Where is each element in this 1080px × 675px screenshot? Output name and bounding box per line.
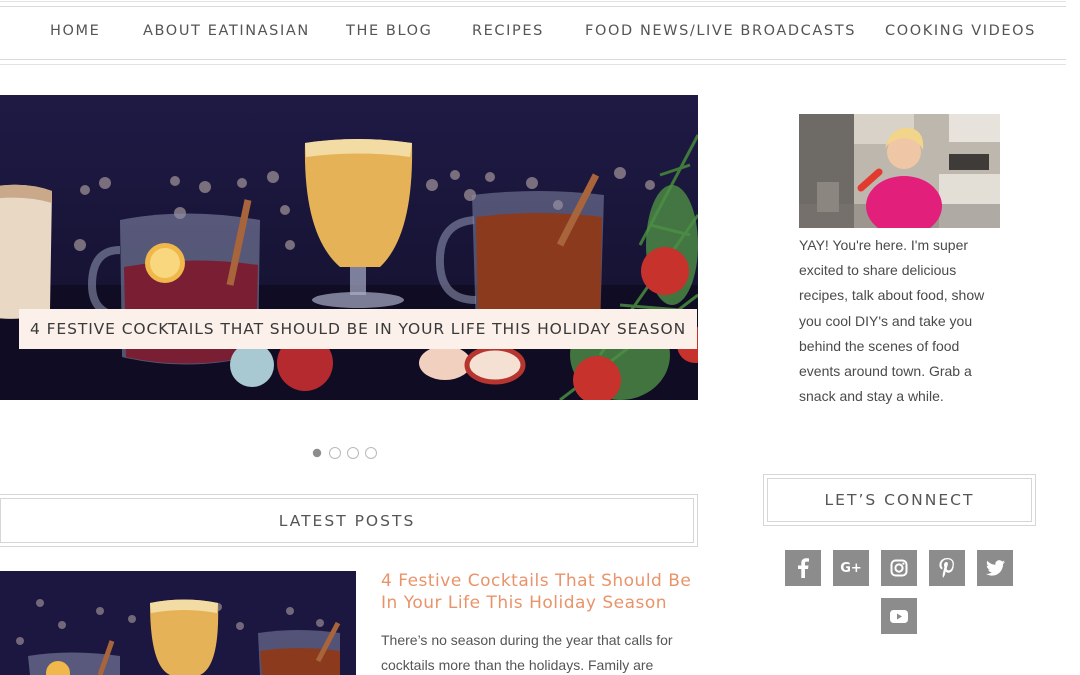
slider-pagination xyxy=(311,447,377,459)
lets-connect-heading: LET’S CONNECT xyxy=(767,478,1032,522)
pinterest-button[interactable] xyxy=(929,550,965,586)
slide-dot-2[interactable] xyxy=(329,447,341,459)
facebook-icon xyxy=(798,558,809,578)
post-title-link[interactable]: 4 Festive Cocktails That Should Be In Yo… xyxy=(381,570,701,614)
youtube-icon xyxy=(890,609,908,623)
nav-food-news[interactable]: FOOD NEWS/LIVE BROADCASTS xyxy=(585,23,856,39)
pinterest-icon xyxy=(939,558,954,578)
facebook-button[interactable] xyxy=(785,550,821,586)
google-plus-icon: G+ xyxy=(840,560,862,576)
instagram-icon xyxy=(890,559,908,577)
slide-image xyxy=(0,95,698,400)
instagram-button[interactable] xyxy=(881,550,917,586)
author-photo xyxy=(799,114,1000,228)
post-thumbnail[interactable] xyxy=(0,571,356,675)
post-thumbnail-image xyxy=(0,571,356,675)
slide-dot-3[interactable] xyxy=(347,447,359,459)
nav-recipes[interactable]: RECIPES xyxy=(472,23,544,39)
slide-dot-1[interactable] xyxy=(312,448,322,458)
latest-posts-heading-box: LATEST POSTS xyxy=(0,494,698,547)
lets-connect-heading-box: LET’S CONNECT xyxy=(763,474,1036,526)
slide-dot-4[interactable] xyxy=(365,447,377,459)
nav-blog[interactable]: THE BLOG xyxy=(346,23,433,39)
youtube-button[interactable] xyxy=(881,598,917,634)
twitter-button[interactable] xyxy=(977,550,1013,586)
featured-slider[interactable]: 4 FESTIVE COCKTAILS THAT SHOULD BE IN YO… xyxy=(0,95,698,400)
post-excerpt: There’s no season during the year that c… xyxy=(381,632,673,673)
author-bio: YAY! You're here. I'm super excited to s… xyxy=(799,237,985,405)
main-navigation: HOME ABOUT EATINASIAN THE BLOG RECIPES F… xyxy=(0,1,1066,65)
slide-caption[interactable]: 4 FESTIVE COCKTAILS THAT SHOULD BE IN YO… xyxy=(19,309,698,349)
nav-cooking-videos[interactable]: COOKING VIDEOS xyxy=(885,23,1036,39)
latest-posts-heading: LATEST POSTS xyxy=(0,498,694,543)
author-photo-image xyxy=(799,114,1000,228)
nav-about[interactable]: ABOUT EATINASIAN xyxy=(143,23,310,39)
google-plus-button[interactable]: G+ xyxy=(833,550,869,586)
twitter-icon xyxy=(985,560,1005,576)
nav-home[interactable]: HOME xyxy=(50,23,100,39)
